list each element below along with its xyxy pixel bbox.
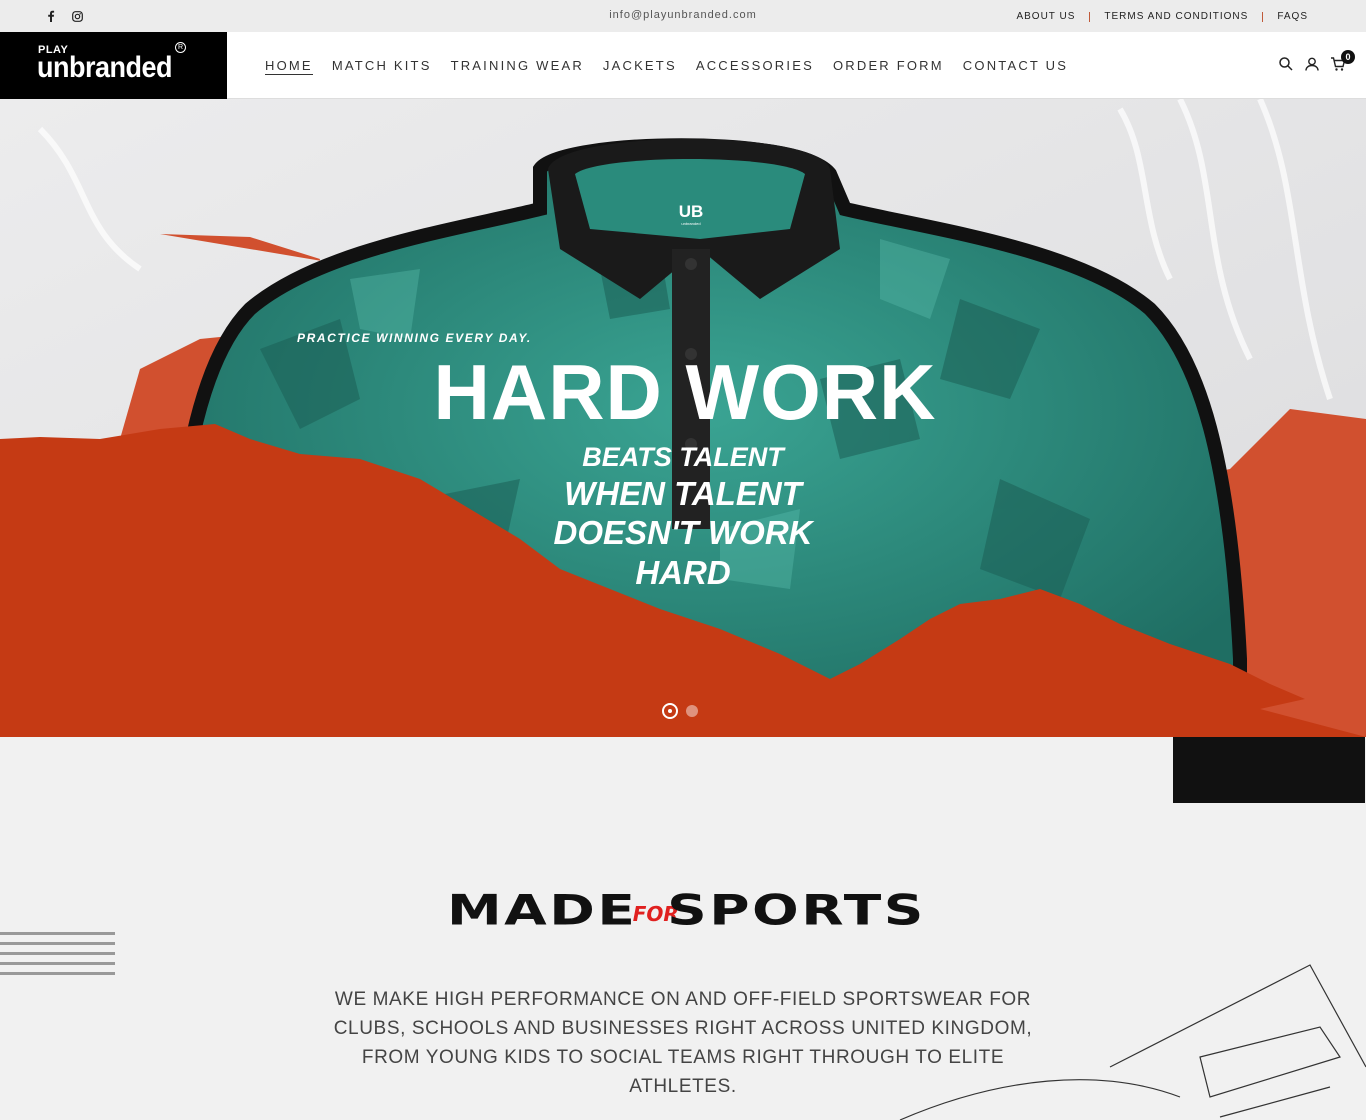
nav-jackets[interactable]: JACKETS <box>603 58 677 75</box>
title-made: MADE <box>447 886 638 935</box>
hero-kicker: PRACTICE WINNING EVERY DAY. <box>297 331 532 345</box>
faqs-link[interactable]: FAQS <box>1263 11 1308 22</box>
nav-accessories[interactable]: ACCESSORIES <box>696 58 814 75</box>
slider-dot-2[interactable] <box>686 705 698 717</box>
shirt-logo-sub: unbranded <box>681 221 700 226</box>
top-utility-bar: info@playunbranded.com ABOUT US TERMS AN… <box>0 0 1366 32</box>
section-description: WE MAKE HIGH PERFORMANCE ON AND OFF-FIEL… <box>0 985 1366 1101</box>
about-us-link[interactable]: ABOUT US <box>1002 11 1089 22</box>
hero-subline-3: DOESN'T WORK <box>553 514 813 551</box>
slider-dot-1[interactable] <box>662 703 678 719</box>
nav-contact-us[interactable]: CONTACT US <box>963 58 1068 75</box>
dark-image-strip <box>1173 737 1365 803</box>
nav-training-wear[interactable]: TRAINING WEAR <box>451 58 584 75</box>
slider-pagination <box>662 703 698 719</box>
shirt-logo: UB <box>679 202 704 221</box>
hero-subline-1: BEATS TALENT <box>582 442 784 472</box>
site-logo[interactable]: PLAY unbranded R <box>0 32 227 99</box>
search-icon[interactable] <box>1278 56 1294 72</box>
section-title: MADEFORSPORTS <box>0 885 1366 936</box>
hero-subline-2: WHEN TALENT <box>564 475 802 512</box>
logo-brand: unbranded <box>37 50 173 84</box>
decorative-lines <box>0 932 115 982</box>
registered-mark: R <box>175 42 186 53</box>
hero-slider: UB unbranded PRACTICE WINNING EVERY DAY.… <box>0 99 1366 737</box>
site-header: PLAY unbranded R HOME MATCH KITS TRAININ… <box>0 32 1366 99</box>
title-sports: SPORTS <box>666 886 926 935</box>
user-icon[interactable] <box>1304 56 1320 72</box>
cart-count-badge: 0 <box>1341 50 1355 64</box>
description-text: WE MAKE HIGH PERFORMANCE ON AND OFF-FIEL… <box>333 989 1033 1097</box>
utility-links: ABOUT US TERMS AND CONDITIONS FAQS <box>1002 11 1308 22</box>
cart-icon[interactable]: 0 <box>1330 50 1355 72</box>
main-nav: HOME MATCH KITS TRAINING WEAR JACKETS AC… <box>265 58 1068 75</box>
hero-headline: HARD WORK <box>433 348 937 436</box>
nav-home[interactable]: HOME <box>265 58 313 75</box>
nav-match-kits[interactable]: MATCH KITS <box>332 58 432 75</box>
hero-subline-4: HARD <box>635 554 731 591</box>
header-tools: 0 <box>1278 50 1355 72</box>
made-for-sports-section: MADEFORSPORTS WE MAKE HIGH PERFORMANCE O… <box>0 737 1366 1120</box>
terms-link[interactable]: TERMS AND CONDITIONS <box>1090 11 1262 22</box>
nav-order-form[interactable]: ORDER FORM <box>833 58 944 75</box>
